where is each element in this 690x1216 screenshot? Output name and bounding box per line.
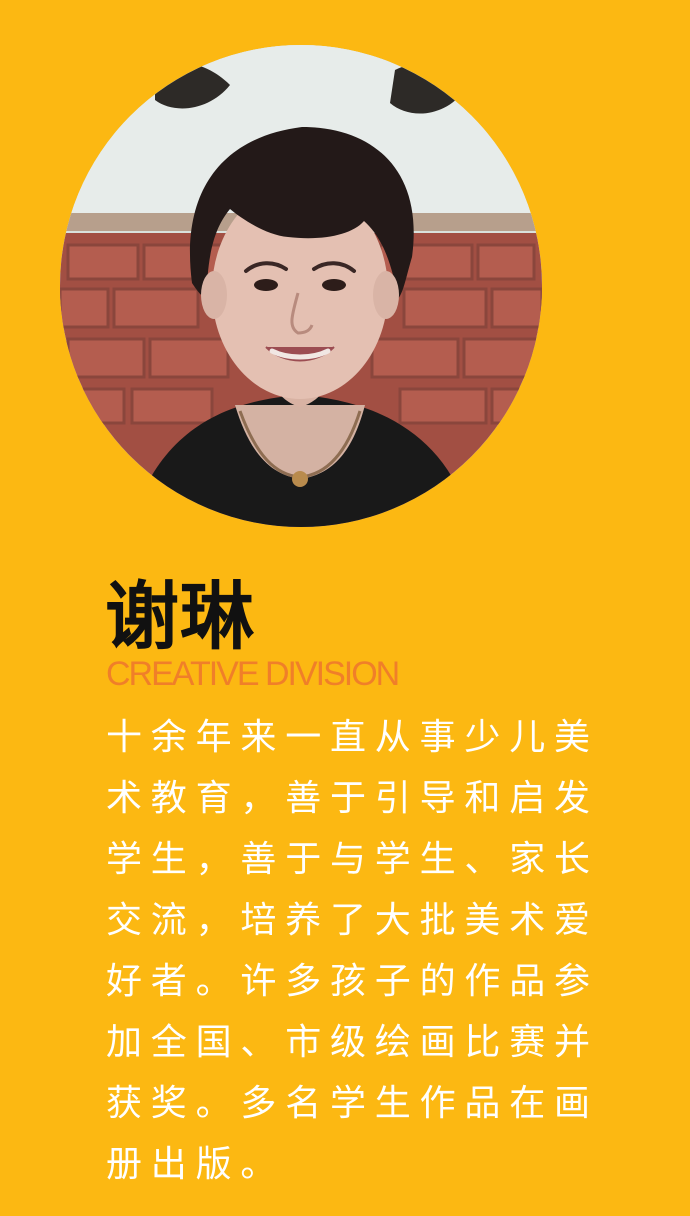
division-label: CREATIVE DIVISION bbox=[106, 655, 400, 693]
bio-line: 学生，善于与学生、家长 bbox=[106, 839, 599, 880]
bio-text: 十余年来一直从事少儿美 术教育，善于引导和启发 学生，善于与学生、家长 交流，培… bbox=[106, 707, 599, 1195]
profile-name: 谢琳 bbox=[105, 574, 255, 660]
bio-line: 交流，培养了大批美术爱 bbox=[106, 900, 599, 941]
bio-line: 加全国、市级绘画比赛并 bbox=[106, 1022, 599, 1063]
bio-line: 获奖。多名学生作品在画 bbox=[106, 1083, 599, 1124]
bio-line: 好者。许多孩子的作品参 bbox=[106, 961, 599, 1002]
bio-line: 十余年来一直从事少儿美 bbox=[106, 717, 599, 758]
portrait-photo bbox=[60, 45, 542, 527]
profile-portrait bbox=[60, 45, 542, 527]
bio-line: 册出版。 bbox=[106, 1144, 286, 1185]
bio-line: 术教育，善于引导和启发 bbox=[106, 778, 599, 819]
